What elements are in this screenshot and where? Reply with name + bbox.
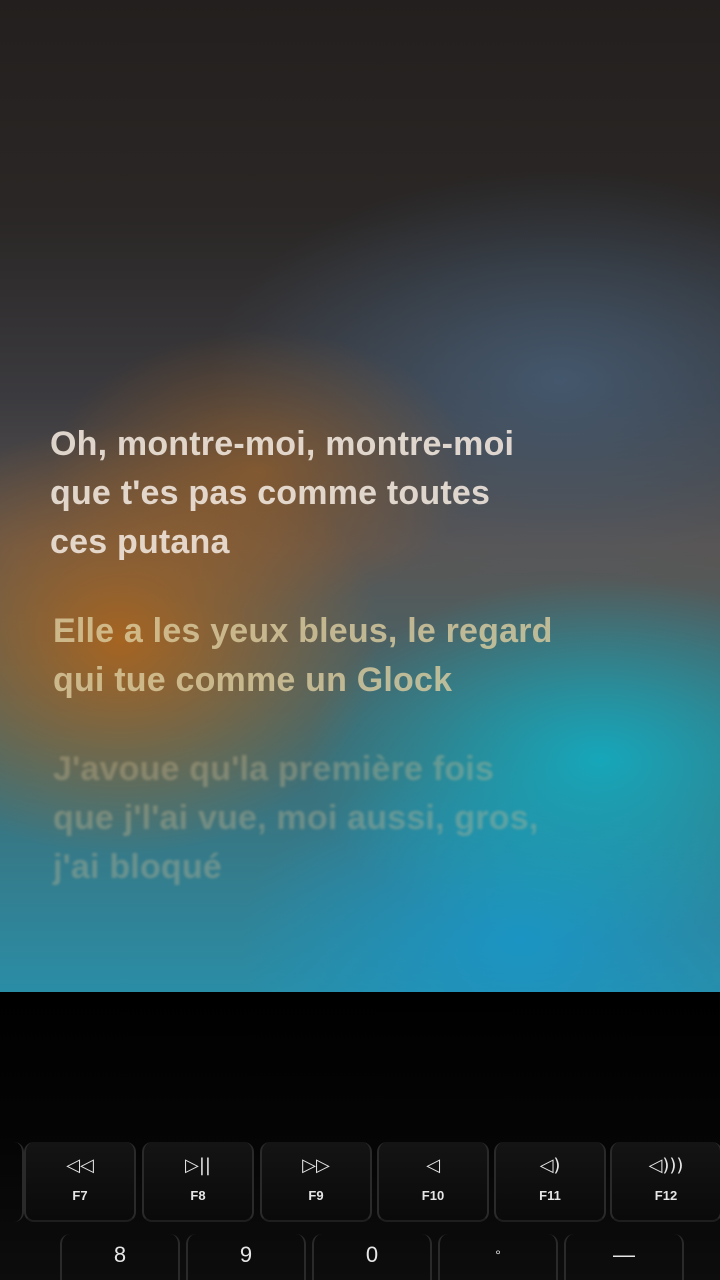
lyric-verse-current[interactable]: Oh, montre-moi, montre-moi que t'es pas … [50, 420, 690, 567]
mute-icon: ◁ [426, 1155, 440, 1176]
key-f9[interactable]: ▷▷ F9 [260, 1142, 372, 1222]
key-0[interactable]: 0 [312, 1234, 432, 1280]
screen-display: Oh, montre-moi, montre-moi que t'es pas … [0, 0, 720, 992]
number-key-row: 8 9 0 ° — [0, 1234, 720, 1280]
key-label: F12 [654, 1188, 678, 1203]
volume-down-icon: ◁) [539, 1155, 561, 1176]
function-key-row: ◁◁ F7 ▷|| F8 ▷▷ F9 ◁ F10 ◁) F11 ◁))) F12 [0, 1142, 720, 1222]
lyric-line: que j'l'ai vue, moi aussi, gros, [53, 799, 539, 837]
key-9[interactable]: 9 [186, 1234, 306, 1280]
key-dash[interactable]: — [564, 1234, 684, 1280]
key-label: F7 [72, 1188, 88, 1203]
volume-up-icon: ◁))) [648, 1155, 684, 1176]
lyric-line: Oh, montre-moi, montre-moi [50, 425, 515, 463]
play-pause-icon: ▷|| [185, 1155, 211, 1176]
key-degree[interactable]: ° [438, 1234, 558, 1280]
lyrics-panel: Oh, montre-moi, montre-moi que t'es pas … [50, 420, 690, 932]
lyric-line: J'avoue qu'la première fois [53, 750, 495, 788]
key-label: F9 [308, 1188, 324, 1203]
rewind-icon: ◁◁ [66, 1155, 94, 1176]
key-label: F8 [190, 1188, 206, 1203]
lyric-verse-upcoming[interactable]: J'avoue qu'la première fois que j'l'ai v… [53, 745, 690, 892]
key-f8[interactable]: ▷|| F8 [142, 1142, 254, 1222]
lyric-line: que t'es pas comme toutes [50, 474, 491, 512]
keyboard: ◁◁ F7 ▷|| F8 ▷▷ F9 ◁ F10 ◁) F11 ◁))) F12… [0, 992, 720, 1280]
lyric-verse-next[interactable]: Elle a les yeux bleus, le regard qui tue… [53, 607, 690, 705]
key-f10[interactable]: ◁ F10 [377, 1142, 489, 1222]
key-f12[interactable]: ◁))) F12 [610, 1142, 720, 1222]
key-8[interactable]: 8 [60, 1234, 180, 1280]
key-f11[interactable]: ◁) F11 [494, 1142, 606, 1222]
fast-forward-icon: ▷▷ [302, 1155, 330, 1176]
key-label: F10 [421, 1188, 445, 1203]
lyric-line: ces putana [50, 523, 230, 561]
key-label: F11 [539, 1188, 561, 1203]
key-f7[interactable]: ◁◁ F7 [24, 1142, 136, 1222]
lyric-line: Elle a les yeux bleus, le regard [53, 612, 553, 650]
lyric-line: j'ai bloqué [53, 848, 222, 886]
lyric-line: qui tue comme un Glock [53, 661, 453, 699]
